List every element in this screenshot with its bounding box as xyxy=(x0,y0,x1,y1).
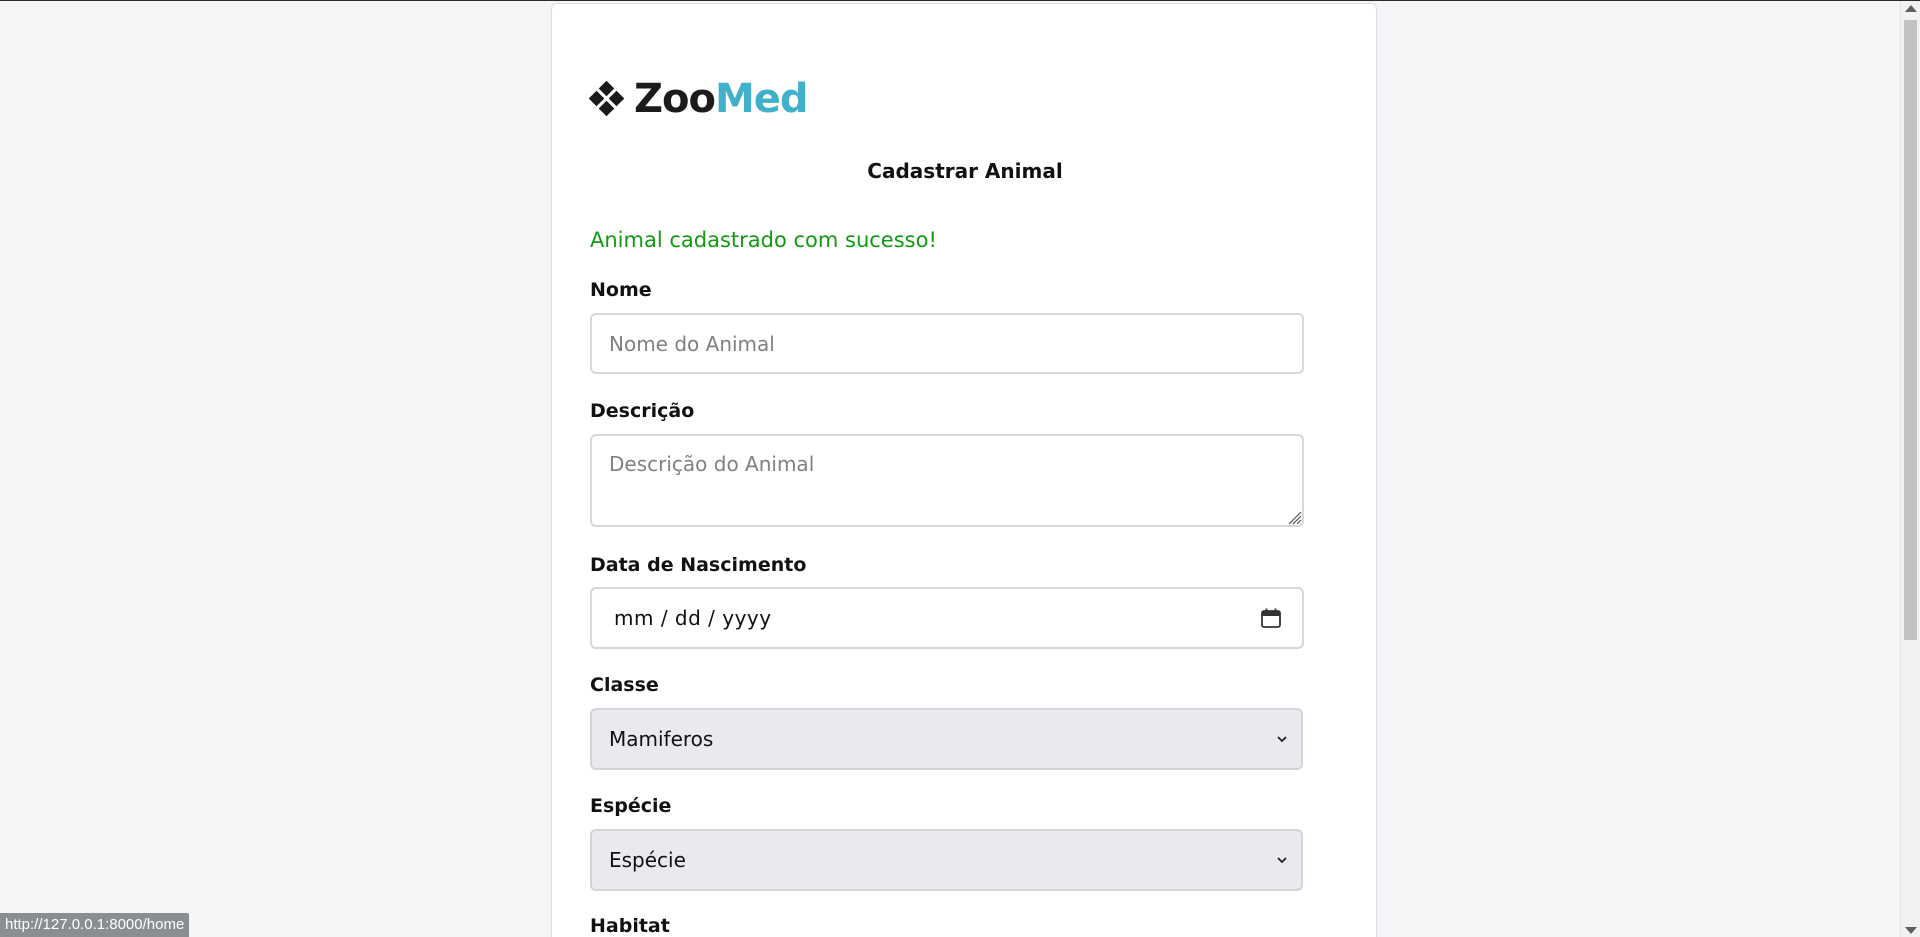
calendar-icon[interactable] xyxy=(1260,607,1282,629)
classe-label: Classe xyxy=(590,674,659,696)
scroll-up-arrow-icon[interactable] xyxy=(1905,5,1917,12)
vertical-scrollbar[interactable] xyxy=(1900,1,1920,937)
browser-viewport: Zoo Med Cadastrar Animal Animal cadastrad… xyxy=(0,0,1920,937)
nome-input[interactable] xyxy=(590,313,1304,374)
data-nascimento-input[interactable]: mm / dd / yyyy xyxy=(590,587,1304,649)
descricao-label: Descrição xyxy=(590,400,695,422)
classe-selected-value: Mamiferos xyxy=(609,727,714,751)
logo-text-med: Med xyxy=(714,76,809,122)
chevron-down-icon xyxy=(1277,857,1287,864)
logo-text-zoo: Zoo xyxy=(634,76,716,122)
data-nascimento-label: Data de Nascimento xyxy=(590,554,807,576)
page-title: Cadastrar Animal xyxy=(867,159,1063,183)
habitat-label: Habitat xyxy=(590,915,670,937)
especie-select[interactable]: Espécie xyxy=(590,829,1303,891)
zoomed-logo: Zoo Med xyxy=(588,74,809,124)
diamond-cluster-icon xyxy=(588,80,625,117)
especie-label: Espécie xyxy=(590,795,672,817)
classe-select[interactable]: Mamiferos xyxy=(590,708,1303,770)
success-message: Animal cadastrado com sucesso! xyxy=(590,228,937,252)
form-card: Zoo Med Cadastrar Animal Animal cadastrad… xyxy=(551,3,1377,937)
especie-selected-value: Espécie xyxy=(609,848,686,872)
resize-grip-icon[interactable] xyxy=(1286,509,1302,525)
nome-label: Nome xyxy=(590,279,652,301)
scroll-down-arrow-icon[interactable] xyxy=(1905,927,1917,934)
descricao-textarea[interactable] xyxy=(590,434,1304,527)
status-bar-url: http://127.0.0.1:8000/home xyxy=(0,913,190,937)
chevron-down-icon xyxy=(1277,736,1287,743)
scroll-thumb[interactable] xyxy=(1904,20,1917,640)
date-placeholder: mm / dd / yyyy xyxy=(614,606,772,630)
